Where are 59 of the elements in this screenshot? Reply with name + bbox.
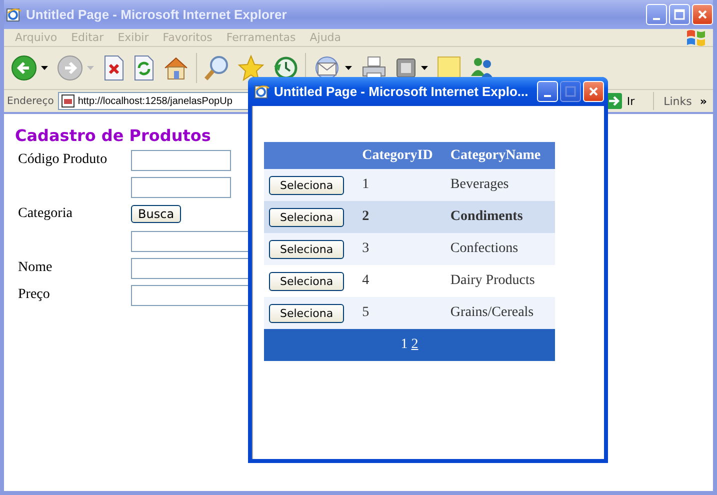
table-cell: Beverages — [450, 177, 509, 192]
column-header: CategoryID — [362, 148, 433, 162]
select-button[interactable]: Seleciona — [269, 304, 344, 322]
table-row[interactable]: Seleciona 4 Dairy Products — [264, 265, 555, 297]
field-label: Código Produto — [18, 152, 108, 167]
page-icon — [60, 94, 75, 108]
page-number: 1 — [400, 337, 408, 352]
page-heading: Cadastro de Produtos — [15, 126, 212, 145]
close-icon — [587, 85, 600, 98]
table-row[interactable]: Seleciona 2 Condiments — [264, 201, 555, 233]
column-header: CategoryName — [450, 148, 541, 162]
chevron[interactable]: » — [700, 94, 713, 108]
browser-icon — [6, 6, 22, 22]
minimize-icon — [653, 18, 660, 20]
links-label[interactable]: Links — [658, 94, 696, 108]
windows-logo-icon — [685, 28, 707, 48]
window-title: Untitled Page - Microsoft Internet Explorer — [26, 7, 288, 22]
field-label: Categoria — [18, 206, 72, 221]
caret-icon[interactable] — [421, 66, 428, 70]
browser-icon — [254, 84, 270, 100]
forward-icon[interactable] — [56, 54, 84, 82]
edit-icon[interactable] — [394, 56, 418, 80]
table-row[interactable]: Seleciona 3 Confections — [264, 233, 555, 265]
table-cell: 2 — [362, 209, 370, 224]
close-button[interactable] — [583, 81, 604, 102]
table-cell: Grains/Cereals — [450, 305, 534, 320]
text-field[interactable] — [131, 176, 231, 198]
search-button[interactable]: Busca — [131, 205, 182, 223]
text-field[interactable] — [131, 150, 231, 170]
home-icon[interactable] — [162, 55, 190, 81]
table-row[interactable]: Seleciona 5 Grains/Cereals — [264, 297, 555, 329]
table-cell: Dairy Products — [450, 273, 535, 288]
minimize-button[interactable] — [537, 81, 558, 102]
address-label: Endereço — [7, 96, 54, 106]
select-button[interactable]: Seleciona — [269, 272, 344, 290]
star-icon[interactable] — [237, 54, 265, 82]
field-label: Preço — [18, 287, 50, 302]
table-cell: 5 — [362, 305, 370, 320]
select-button[interactable]: Seleciona — [269, 208, 344, 226]
table-cell: Condiments — [450, 209, 523, 224]
back-icon[interactable] — [10, 54, 38, 82]
stop-icon[interactable] — [102, 55, 126, 81]
page-link[interactable]: 2 — [411, 337, 418, 352]
select-button[interactable]: Seleciona — [269, 176, 344, 194]
refresh-icon[interactable] — [132, 55, 156, 81]
close-icon — [696, 8, 709, 21]
table-cell: Confections — [450, 241, 518, 256]
minimize-icon — [544, 94, 551, 96]
caret-icon[interactable] — [345, 66, 352, 70]
table-cell: 1 — [362, 177, 370, 192]
maximize-icon — [564, 85, 577, 98]
table-cell: 4 — [362, 273, 370, 288]
caret-icon[interactable] — [41, 66, 48, 70]
table-row[interactable]: Seleciona 1 Beverages — [264, 169, 555, 201]
select-button[interactable]: Seleciona — [269, 240, 344, 258]
search-icon[interactable] — [203, 54, 231, 82]
field-label: Nome — [18, 260, 52, 275]
table-cell: 3 — [362, 241, 370, 256]
maximize-icon — [673, 8, 686, 21]
